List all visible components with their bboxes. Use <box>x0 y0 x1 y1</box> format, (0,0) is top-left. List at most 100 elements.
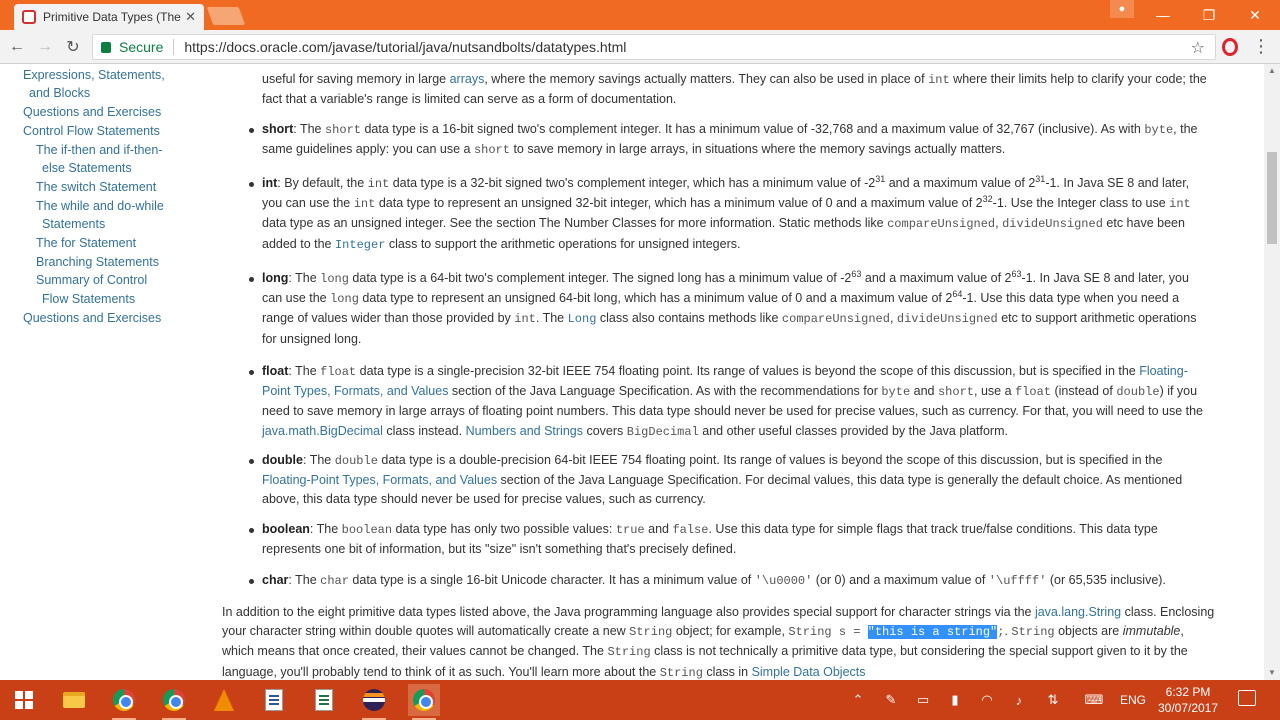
code: false <box>672 523 709 537</box>
emphasis: immutable <box>1122 624 1181 639</box>
short-paragraph: short: The short data type is a 16-bit s… <box>262 120 1242 160</box>
file-explorer-icon[interactable] <box>58 684 90 716</box>
text: , the <box>1173 122 1198 136</box>
address-bar[interactable]: Secure https://docs.oracle.com/javase/tu… <box>92 34 1216 60</box>
chrome-icon[interactable] <box>408 684 440 720</box>
text: (or 0) and a maximum value of <box>812 573 989 587</box>
clock-time: 6:32 PM <box>1165 685 1211 699</box>
text: etc have been <box>1102 216 1185 231</box>
wifi-icon[interactable]: ◠ <box>978 680 996 720</box>
text: added to the <box>262 236 335 251</box>
scrollbar-thumb[interactable] <box>1267 152 1277 244</box>
text: useful for saving memory in large <box>262 72 450 86</box>
network-icon[interactable]: ⇅ <box>1044 680 1062 720</box>
person-icon[interactable]: ● <box>1110 0 1134 18</box>
keyboard-icon[interactable]: ⌨ <box>1082 680 1106 720</box>
selected-string-literal[interactable]: "this is a string" <box>867 625 998 640</box>
bullet-long <box>249 277 254 282</box>
bullet-int <box>249 182 254 187</box>
floating-point-link[interactable]: Floating- <box>1139 364 1188 378</box>
notification-center-icon[interactable] <box>1238 690 1256 706</box>
new-tab-button[interactable] <box>206 7 246 25</box>
java-lang-string-link[interactable]: java.lang.String <box>1035 605 1121 619</box>
tablet-icon[interactable]: ▭ <box>914 680 932 720</box>
text: and <box>910 384 938 399</box>
scroll-up-arrow-icon[interactable]: ▲ <box>1264 64 1280 78</box>
tab-close-icon[interactable]: ✕ <box>185 9 196 25</box>
text: : The <box>288 573 321 587</box>
pen-icon[interactable]: ✎ <box>882 680 900 720</box>
volume-icon[interactable]: ♪ <box>1010 680 1028 720</box>
browser-toolbar: ← → ↻ Secure https://docs.oracle.com/jav… <box>0 30 1280 64</box>
vlc-icon[interactable] <box>208 684 240 716</box>
bullet-double <box>249 459 254 464</box>
code: float <box>1015 385 1052 400</box>
text: class in <box>702 664 752 679</box>
text: etc to support arithmetic operations <box>997 311 1197 326</box>
battery-icon[interactable]: ▮ <box>946 680 964 720</box>
text: (instead of <box>1051 384 1117 399</box>
code: byte <box>1144 123 1174 137</box>
forward-arrow-icon[interactable]: → <box>34 36 56 58</box>
browser-tab[interactable]: Primitive Data Types (The ✕ <box>14 4 204 30</box>
text: objects are <box>1054 624 1123 639</box>
bullet-char <box>249 579 254 584</box>
spreadsheet-icon[interactable] <box>308 684 340 716</box>
numbers-and-strings-link[interactable]: Numbers and Strings <box>466 424 583 438</box>
eclipse-icon[interactable] <box>358 684 390 720</box>
code: double <box>334 454 378 468</box>
text: . The <box>535 311 568 326</box>
integer-class-link[interactable]: Integer <box>335 238 385 252</box>
text: fact that a variable's range is limited … <box>262 92 677 107</box>
bookmark-star-icon[interactable]: ☆ <box>1191 38 1205 58</box>
url-text[interactable]: https://docs.oracle.com/javase/tutorial/… <box>184 39 626 55</box>
superscript: 32 <box>982 194 993 205</box>
byte-paragraph: useful for saving memory in large arrays… <box>262 70 1242 109</box>
code: String <box>629 625 673 640</box>
browser-menu-icon[interactable]: ⋮ <box>1252 36 1270 58</box>
page-scrollbar[interactable]: ▲ ▼ <box>1264 64 1280 680</box>
back-arrow-icon[interactable]: ← <box>6 36 28 58</box>
chrome-icon[interactable] <box>158 684 190 720</box>
close-window-button[interactable]: ✕ <box>1232 0 1278 30</box>
bullet-float <box>249 370 254 375</box>
minimize-button[interactable]: — <box>1140 0 1186 30</box>
text: range of values wider than those provide… <box>262 311 515 326</box>
windows-start-icon[interactable] <box>8 684 40 716</box>
text: , <box>889 311 897 326</box>
term-boolean: boolean <box>262 522 310 536</box>
text: -1. Use the Integer class to use <box>992 196 1170 211</box>
chrome-icon[interactable] <box>108 684 140 720</box>
scroll-down-arrow-icon[interactable]: ▼ <box>1264 666 1280 680</box>
code: String <box>1011 625 1055 640</box>
bigdecimal-link[interactable]: java.math.BigDecimal <box>262 424 383 438</box>
code: int <box>353 197 376 212</box>
opera-extension-icon[interactable] <box>1222 38 1238 56</box>
simple-data-objects-link[interactable]: Simple Data Objects <box>752 665 866 679</box>
code-int: int <box>928 73 950 87</box>
tray-chevron-icon[interactable]: ⌃ <box>850 680 866 720</box>
arrays-link[interactable]: arrays <box>450 72 485 86</box>
code: int <box>367 177 390 191</box>
text: data type is a double-precision 64-bit I… <box>377 453 1163 467</box>
code: true <box>615 523 645 537</box>
term-int: int <box>262 176 278 190</box>
boolean-paragraph: boolean: The boolean data type has only … <box>262 520 1242 559</box>
restore-button[interactable]: ❐ <box>1186 0 1232 30</box>
document-icon[interactable] <box>258 684 290 716</box>
floating-point-link-2[interactable]: Floating-Point Types, Formats, and Value… <box>262 473 497 487</box>
text: (or 65,535 inclusive). <box>1046 573 1166 587</box>
term-short: short <box>262 122 294 136</box>
language-indicator[interactable]: ENG <box>1118 680 1148 720</box>
text: : The <box>288 271 321 285</box>
long-class-link[interactable]: Long <box>568 312 597 326</box>
text: In addition to the eight primitive data … <box>222 605 1035 619</box>
floating-point-link-cont[interactable]: Point Types, Formats, and Values <box>262 384 448 398</box>
reload-icon[interactable]: ↻ <box>62 36 84 58</box>
text: data type is a 32-bit signed two's compl… <box>389 176 876 190</box>
text: same guidelines apply: you can use a <box>262 142 474 157</box>
text: class instead. <box>382 423 466 438</box>
code: divideUnsigned <box>896 312 998 327</box>
windows-taskbar: ⌃ ✎ ▭ ▮ ◠ ♪ ⇅ ⌨ ENG 6:32 PM 30/07/2017 <box>0 680 1280 720</box>
taskbar-clock[interactable]: 6:32 PM 30/07/2017 <box>1156 684 1220 716</box>
